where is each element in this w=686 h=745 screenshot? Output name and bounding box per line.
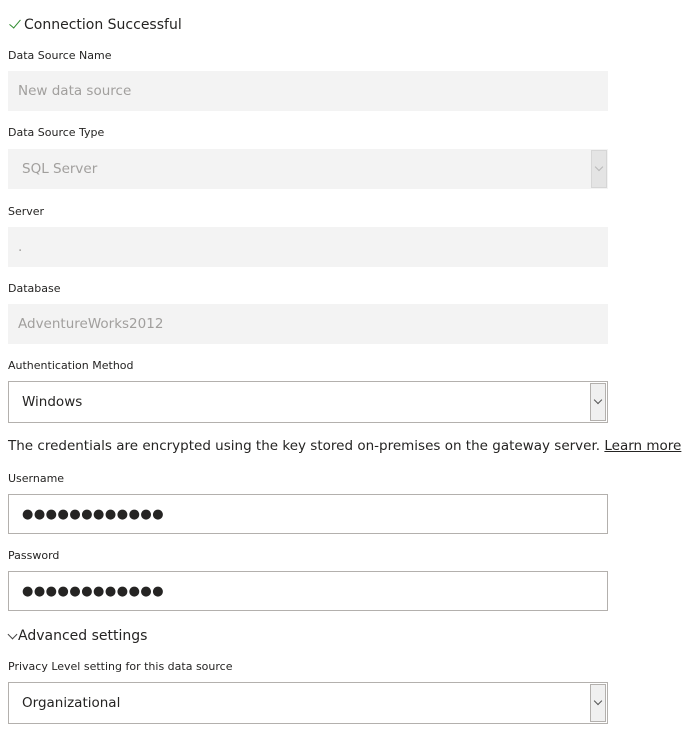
server-field: . bbox=[8, 227, 608, 267]
authentication-method-select[interactable]: Windows bbox=[8, 381, 608, 423]
data-source-type-value: SQL Server bbox=[22, 161, 98, 177]
chevron-down-icon bbox=[8, 628, 18, 644]
connection-status-text: Connection Successful bbox=[24, 17, 182, 33]
data-source-name-field: New data source bbox=[8, 71, 608, 111]
privacy-level-value: Organizational bbox=[22, 695, 121, 711]
password-input[interactable]: ●●●●●●●●●●●● bbox=[8, 571, 608, 611]
data-source-type-select: SQL Server bbox=[8, 149, 608, 189]
connection-status: Connection Successful bbox=[8, 14, 182, 36]
privacy-level-select[interactable]: Organizational bbox=[8, 682, 608, 724]
authentication-method-value: Windows bbox=[22, 394, 83, 410]
check-icon bbox=[8, 15, 24, 35]
chevron-down-icon[interactable] bbox=[590, 684, 606, 722]
privacy-level-label: Privacy Level setting for this data sour… bbox=[8, 660, 233, 673]
learn-more-link[interactable]: Learn more bbox=[604, 438, 681, 454]
chevron-down-icon[interactable] bbox=[590, 383, 606, 421]
credentials-info-text: The credentials are encrypted using the … bbox=[8, 438, 601, 454]
advanced-settings-toggle[interactable]: Advanced settings bbox=[8, 626, 147, 646]
password-value: ●●●●●●●●●●●● bbox=[22, 583, 165, 599]
username-input[interactable]: ●●●●●●●●●●●● bbox=[8, 494, 608, 534]
username-label: Username bbox=[8, 472, 65, 485]
chevron-down-icon bbox=[591, 150, 607, 188]
database-value: AdventureWorks2012 bbox=[18, 316, 164, 332]
credentials-info: The credentials are encrypted using the … bbox=[8, 438, 681, 454]
username-value: ●●●●●●●●●●●● bbox=[22, 506, 165, 522]
data-source-name-value: New data source bbox=[18, 83, 132, 99]
advanced-settings-label: Advanced settings bbox=[18, 628, 148, 644]
data-source-type-label: Data Source Type bbox=[8, 126, 105, 139]
server-value: . bbox=[18, 239, 23, 255]
data-source-name-label: Data Source Name bbox=[8, 49, 112, 62]
authentication-method-label: Authentication Method bbox=[8, 359, 134, 372]
database-field: AdventureWorks2012 bbox=[8, 304, 608, 344]
database-label: Database bbox=[8, 282, 61, 295]
password-label: Password bbox=[8, 549, 60, 562]
server-label: Server bbox=[8, 205, 45, 218]
